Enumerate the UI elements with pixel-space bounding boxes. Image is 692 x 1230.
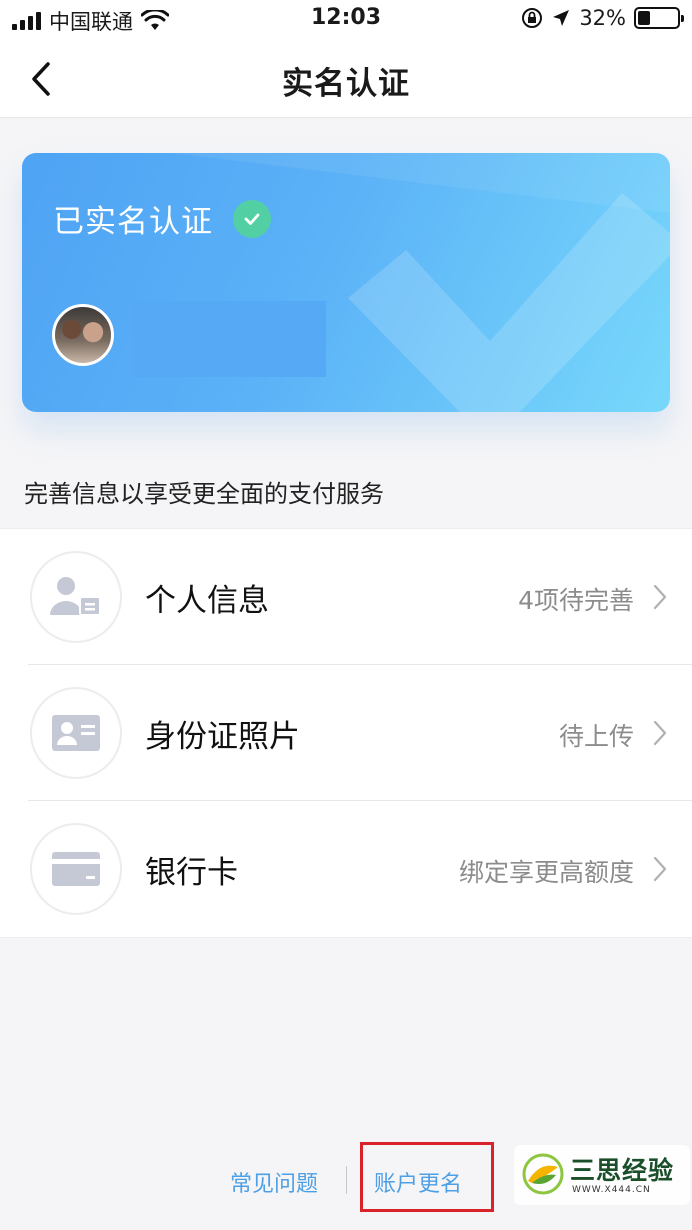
watermark-url: WWW.X444.CN [572, 1185, 651, 1195]
location-arrow-icon [553, 10, 570, 26]
list-item-bank-card[interactable]: 银行卡 绑定享更高额度 [0, 801, 692, 937]
chevron-right-icon [653, 856, 667, 882]
list-item-personal-info[interactable]: 个人信息 4项待完善 [0, 529, 692, 665]
rotation-lock-icon [522, 8, 543, 28]
avatar [52, 304, 114, 366]
verified-card: 已实名认证 [22, 153, 670, 412]
nav-bar: 实名认证 [0, 40, 692, 118]
leaf-logo-icon [522, 1153, 564, 1195]
verified-status-text: 已实名认证 [53, 204, 213, 240]
battery-percent: 32% [579, 6, 626, 30]
site-watermark: 三思经验 WWW.X444.CN [514, 1145, 690, 1205]
item-label: 身份证照片 [145, 719, 300, 755]
list-item-id-photo[interactable]: 身份证照片 待上传 [0, 665, 692, 801]
id-card-icon [30, 687, 122, 779]
highlight-annotation [360, 1142, 494, 1212]
watermark-name: 三思经验 [570, 1156, 675, 1185]
chevron-right-icon [653, 584, 667, 610]
info-list: 个人信息 4项待完善 身份证照片 待上传 银行卡 绑定享更高额度 [0, 528, 692, 938]
faq-link[interactable]: 常见问题 [230, 1166, 318, 1198]
card-status: 已实名认证 [53, 196, 271, 241]
item-status: 待上传 [558, 722, 634, 751]
status-right: 32% [521, 6, 684, 30]
item-label: 个人信息 [145, 583, 269, 619]
footer-divider [346, 1166, 347, 1194]
check-circle-icon [233, 199, 271, 238]
item-label: 银行卡 [145, 855, 238, 891]
bank-card-icon [30, 823, 122, 915]
item-status: 绑定享更高额度 [458, 858, 634, 887]
battery-fill [638, 11, 650, 25]
item-status: 4项待完善 [518, 586, 634, 615]
check-watermark-icon [172, 153, 670, 412]
person-info-icon [30, 551, 122, 643]
status-bar: 中国联通 12:03 32% [0, 0, 692, 40]
battery-icon [634, 7, 684, 29]
promo-text: 完善信息以享受更全面的支付服务 [24, 480, 384, 508]
page-title: 实名认证 [282, 66, 410, 102]
name-redaction [132, 301, 326, 377]
chevron-right-icon [653, 720, 667, 746]
